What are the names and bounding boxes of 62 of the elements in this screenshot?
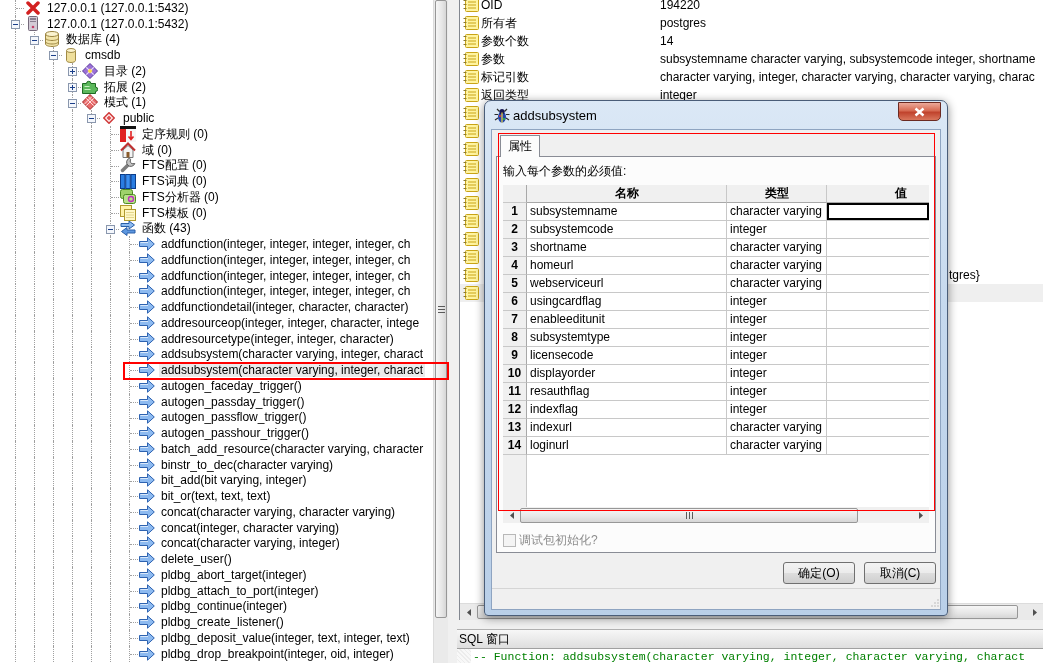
table-cell: webserviceurl bbox=[527, 275, 727, 293]
row-header: 8 bbox=[503, 329, 527, 347]
table-cell: integer bbox=[727, 221, 827, 239]
table-cell: resauthflag bbox=[527, 383, 727, 401]
dialog-title: addsubsystem bbox=[513, 107, 598, 123]
property-name: 标记引数 bbox=[481, 68, 530, 86]
table-cell: subsystemname bbox=[527, 203, 727, 221]
row-header: 7 bbox=[503, 311, 527, 329]
column-header: 名称 bbox=[527, 185, 727, 203]
table-cell: homeurl bbox=[527, 257, 727, 275]
row-header: 14 bbox=[503, 437, 527, 455]
table-cell: indexflag bbox=[527, 401, 727, 419]
column-header: 值 bbox=[827, 185, 929, 203]
table-cell: indexurl bbox=[527, 419, 727, 437]
property-value: 14 bbox=[660, 34, 674, 48]
property-name: 参数个数 bbox=[481, 32, 530, 50]
row-header: 12 bbox=[503, 401, 527, 419]
table-cell: displayorder bbox=[527, 365, 727, 383]
row-header: 1 bbox=[503, 203, 527, 221]
row-header: 11 bbox=[503, 383, 527, 401]
property-value: subsystemname character varying, subsystemcode integer, shortname bbox=[660, 52, 1036, 66]
row-header: 6 bbox=[503, 293, 527, 311]
pane-title: SQL 窗口 bbox=[457, 629, 1043, 649]
property-value: tgres} bbox=[949, 268, 980, 282]
table-cell: loginurl bbox=[527, 437, 727, 455]
row-header: 13 bbox=[503, 419, 527, 437]
table-cell: subsystemtype bbox=[527, 329, 727, 347]
table-cell: licensecode bbox=[527, 347, 727, 365]
property-value: integer bbox=[660, 88, 697, 102]
row-header: 3 bbox=[503, 239, 527, 257]
column-header: 类型 bbox=[727, 185, 827, 203]
table-cell: integer bbox=[727, 347, 827, 365]
table-cell: character varying bbox=[727, 419, 827, 437]
table-cell: integer bbox=[727, 383, 827, 401]
property-value: character varying, integer, character varying, character varying, charac bbox=[660, 70, 1035, 84]
table-cell: integer bbox=[727, 401, 827, 419]
property-name: OID bbox=[481, 0, 504, 12]
prompt-text: 输入每个参数的必须值: bbox=[503, 163, 628, 179]
property-name: 参数 bbox=[481, 50, 506, 68]
row-header: 10 bbox=[503, 365, 527, 383]
row-header: 2 bbox=[503, 221, 527, 239]
table-cell: integer bbox=[727, 311, 827, 329]
table-cell: integer bbox=[727, 329, 827, 347]
property-name: 所有者 bbox=[481, 14, 518, 32]
property-value: postgres bbox=[660, 16, 707, 30]
table-cell: character varying bbox=[727, 437, 827, 455]
table-cell: character varying bbox=[727, 239, 827, 257]
row-header: 4 bbox=[503, 257, 527, 275]
checkbox-label: 调试包初始化? bbox=[519, 531, 598, 549]
row-header: 9 bbox=[503, 347, 527, 365]
table-cell: integer bbox=[727, 293, 827, 311]
property-value: 194220 bbox=[660, 0, 701, 12]
property-name: 返回类型 bbox=[481, 86, 530, 104]
table-cell: shortname bbox=[527, 239, 727, 257]
table-cell: character varying bbox=[727, 275, 827, 293]
table-cell: integer bbox=[727, 365, 827, 383]
table-cell: enableeditunit bbox=[527, 311, 727, 329]
table-cell: character varying bbox=[727, 257, 827, 275]
row-header: 5 bbox=[503, 275, 527, 293]
table-cell: usingcardflag bbox=[527, 293, 727, 311]
table-cell: subsystemcode bbox=[527, 221, 727, 239]
table-cell: character varying bbox=[727, 203, 827, 221]
